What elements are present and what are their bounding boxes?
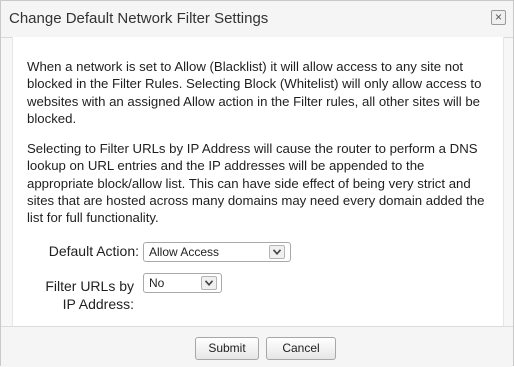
filter-urls-select[interactable]: No (143, 273, 222, 293)
dialog-content: When a network is set to Allow (Blacklis… (12, 37, 504, 326)
filter-by-ip-description: Selecting to Filter URLs by IP Address w… (27, 141, 485, 226)
filter-urls-value: No (149, 276, 165, 290)
filter-settings-dialog: Change Default Network Filter Settings ×… (0, 0, 514, 367)
dialog-footer: Submit Cancel (1, 326, 513, 367)
chevron-down-icon (269, 245, 285, 259)
default-action-label: Default Action: (48, 243, 139, 259)
cancel-button[interactable]: Cancel (266, 337, 336, 360)
chevron-down-icon (201, 276, 217, 290)
submit-button[interactable]: Submit (195, 337, 259, 360)
dialog-titlebar: Change Default Network Filter Settings × (1, 1, 513, 38)
dialog-title: Change Default Network Filter Settings (9, 10, 269, 27)
default-action-value: Allow Access (149, 245, 220, 259)
blacklist-whitelist-description: When a network is set to Allow (Blacklis… (27, 59, 482, 126)
default-action-select[interactable]: Allow Access (143, 242, 291, 262)
close-button[interactable]: × (491, 10, 506, 25)
filter-urls-label: Filter URLs by IP Address: (45, 278, 134, 312)
close-icon: × (494, 10, 502, 24)
